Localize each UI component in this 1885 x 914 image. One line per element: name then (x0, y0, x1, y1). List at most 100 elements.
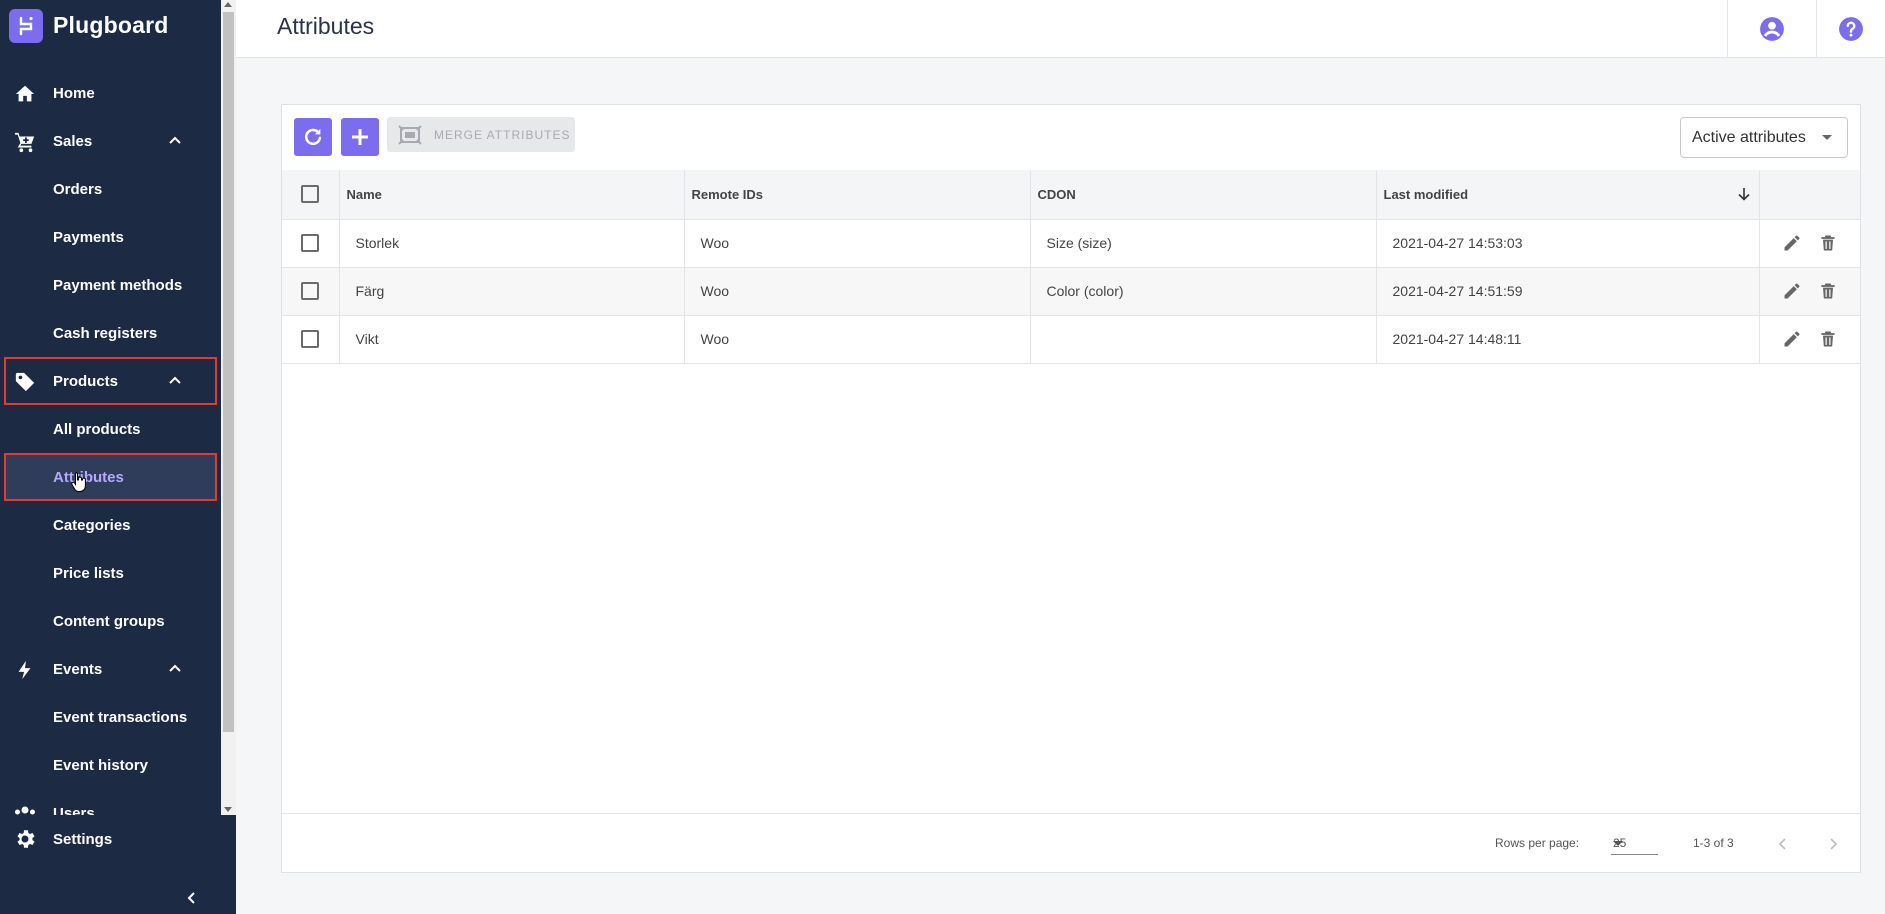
top-header: Attributes (236, 0, 1885, 58)
sidebar-item-price-lists[interactable]: Price lists (0, 549, 221, 597)
table-row[interactable]: Storlek Woo Size (size) 2021-04-27 14:53… (282, 219, 1860, 268)
chevron-up-icon (169, 664, 181, 672)
scrollbar-thumb[interactable] (223, 12, 234, 732)
sidebar-item-label: Categories (53, 516, 131, 534)
sidebar-item-label: Products (53, 372, 119, 390)
hand-cursor-icon (71, 472, 86, 492)
row-checkbox[interactable] (301, 330, 320, 349)
sidebar-item-label: Home (53, 84, 95, 102)
attributes-card: MERGE ATTRIBUTES Active attributes Name … (281, 104, 1861, 873)
sidebar-item-settings[interactable]: Settings (0, 815, 236, 863)
sidebar-item-events[interactable]: Events (0, 645, 221, 693)
column-header-name[interactable]: Name (339, 170, 685, 220)
sidebar-item-sales[interactable]: Sales (0, 117, 221, 165)
sidebar-item-attributes[interactable]: Attributes (4, 453, 217, 501)
scroll-down-icon[interactable] (224, 807, 232, 812)
cell-cdon (1030, 315, 1377, 364)
actions-header (1759, 170, 1860, 220)
chevron-up-icon (169, 376, 181, 384)
chevron-left-icon (1778, 838, 1786, 850)
column-header-remote-ids[interactable]: Remote IDs (684, 170, 1031, 220)
sidebar-item-payments[interactable]: Payments (0, 213, 221, 261)
sidebar-scrollbar[interactable] (221, 0, 236, 815)
row-checkbox[interactable] (301, 234, 320, 253)
brand-name: Plugboard (53, 12, 169, 38)
pencil-icon (1784, 235, 1800, 251)
sidebar-item-event-transactions[interactable]: Event transactions (0, 693, 221, 741)
pencil-icon (1784, 283, 1800, 299)
select-all-cell (282, 170, 340, 220)
sidebar-item-home[interactable]: Home (0, 69, 221, 117)
sidebar-item-users[interactable]: Users (0, 789, 221, 815)
sidebar-item-content-groups[interactable]: Content groups (0, 597, 221, 645)
previous-page-button[interactable] (1769, 830, 1797, 858)
account-circle-icon (1759, 16, 1784, 41)
edit-button[interactable] (1779, 326, 1805, 352)
sidebar-item-label: Orders (53, 180, 103, 198)
column-header-cdon[interactable]: CDON (1030, 170, 1377, 220)
attribute-status-select[interactable]: Active attributes (1680, 117, 1848, 158)
merge-icon (398, 124, 422, 145)
sort-down-arrow-icon[interactable] (1736, 186, 1752, 202)
sidebar-item-label: Content groups (53, 612, 165, 630)
sidebar: Plugboard Home Sales Orders Payments Pay… (0, 0, 236, 914)
rows-per-page-select[interactable]: 25 (1611, 831, 1658, 855)
cell-name: Vikt (339, 315, 685, 364)
cell-actions (1759, 315, 1860, 364)
select-all-checkbox[interactable] (301, 185, 320, 204)
trash-icon (1821, 283, 1835, 299)
cell-name: Storlek (339, 219, 685, 268)
scroll-up-icon[interactable] (224, 2, 232, 7)
collapse-sidebar-icon[interactable] (184, 890, 200, 906)
cell-actions (1759, 219, 1860, 268)
sidebar-item-label: Event transactions (53, 708, 188, 726)
account-button[interactable] (1727, 0, 1815, 57)
plus-icon (352, 129, 368, 145)
delete-button[interactable] (1815, 278, 1841, 304)
cell-remote-ids: Woo (684, 315, 1031, 364)
table-row[interactable]: Färg Woo Color (color) 2021-04-27 14:51:… (282, 267, 1860, 316)
sidebar-item-orders[interactable]: Orders (0, 165, 221, 213)
sidebar-item-label: Users (53, 804, 95, 816)
sidebar-nav: Home Sales Orders Payments Payment metho… (0, 69, 221, 815)
delete-button[interactable] (1815, 230, 1841, 256)
delete-button[interactable] (1815, 326, 1841, 352)
sidebar-item-products[interactable]: Products (4, 357, 217, 405)
sidebar-item-payment-methods[interactable]: Payment methods (0, 261, 221, 309)
cell-actions (1759, 267, 1860, 316)
brand[interactable]: Plugboard (0, 0, 236, 51)
sidebar-item-categories[interactable]: Categories (0, 501, 221, 549)
sidebar-item-label: Price lists (53, 564, 124, 582)
caret-down-icon (1822, 135, 1832, 140)
sidebar-item-all-products[interactable]: All products (0, 405, 221, 453)
caret-down-icon (1613, 841, 1623, 846)
sidebar-item-label: All products (53, 420, 141, 438)
gear-icon (13, 827, 37, 851)
next-page-button[interactable] (1819, 830, 1847, 858)
chevron-right-icon (1830, 838, 1838, 850)
cell-name: Färg (339, 267, 685, 316)
page-title: Attributes (277, 13, 375, 39)
help-circle-icon (1839, 16, 1863, 41)
row-select-cell (282, 267, 340, 316)
table-pagination: Rows per page: 25 1-3 of 3 (282, 813, 1860, 872)
help-button[interactable] (1816, 0, 1885, 57)
edit-button[interactable] (1779, 230, 1805, 256)
table-row[interactable]: Vikt Woo 2021-04-27 14:48:11 (282, 315, 1860, 364)
sidebar-item-cash-registers[interactable]: Cash registers (0, 309, 221, 357)
column-header-last-modified[interactable]: Last modified (1376, 170, 1760, 220)
sidebar-item-label: Sales (53, 132, 93, 150)
column-header-label: Last modified (1383, 186, 1469, 202)
toolbar: MERGE ATTRIBUTES Active attributes (282, 105, 1860, 170)
sidebar-item-event-history[interactable]: Event history (0, 741, 221, 789)
row-checkbox[interactable] (301, 282, 320, 301)
lightning-icon (13, 658, 37, 682)
tag-icon (13, 370, 37, 394)
refresh-button[interactable] (294, 118, 332, 156)
add-attribute-button[interactable] (341, 118, 379, 156)
edit-button[interactable] (1779, 278, 1805, 304)
merge-attributes-button[interactable]: MERGE ATTRIBUTES (387, 117, 575, 152)
cell-last-modified: 2021-04-27 14:48:11 (1376, 315, 1760, 364)
sidebar-item-label: Payment methods (53, 276, 183, 294)
plugboard-logo-icon (9, 8, 43, 43)
